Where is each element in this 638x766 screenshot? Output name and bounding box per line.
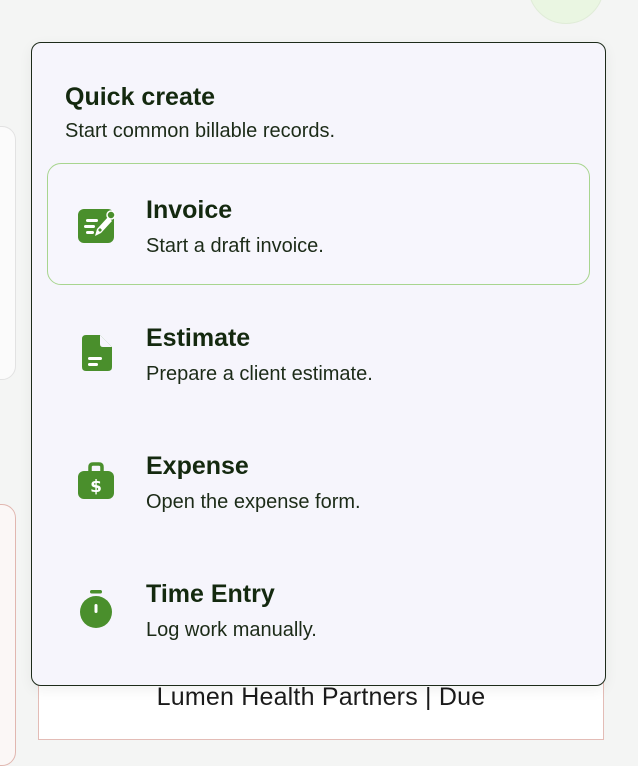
money-bag-icon: $ [76, 461, 116, 501]
stopwatch-icon [76, 589, 116, 629]
background-avatar-circle [528, 0, 604, 24]
popover-subtitle: Start common billable records. [65, 120, 336, 142]
svg-text:$: $ [90, 477, 102, 497]
quick-create-popover: Quick create Start common billable recor… [31, 42, 606, 686]
quick-create-item-expense[interactable]: $ Expense Open the expense form. [47, 419, 590, 541]
invoice-edit-icon [76, 205, 116, 245]
popover-header: Quick create Start common billable recor… [65, 83, 335, 143]
item-description: Log work manually. [146, 619, 317, 641]
item-title: Expense [146, 452, 249, 480]
quick-create-item-invoice[interactable]: Invoice Start a draft invoice. [47, 163, 590, 285]
background-card [0, 126, 16, 380]
background-card-overdue [0, 504, 16, 766]
popover-title: Quick create [65, 83, 216, 111]
item-description: Start a draft invoice. [146, 235, 324, 257]
quick-create-item-estimate[interactable]: Estimate Prepare a client estimate. [47, 291, 590, 413]
background-row-text: Lumen Health Partners | Due [156, 683, 486, 711]
item-description: Open the expense form. [146, 491, 361, 513]
item-title: Estimate [146, 324, 251, 352]
item-description: Prepare a client estimate. [146, 363, 373, 385]
item-title: Invoice [146, 196, 233, 224]
document-icon [76, 333, 116, 373]
item-title: Time Entry [146, 580, 275, 608]
quick-create-item-time-entry[interactable]: Time Entry Log work manually. [47, 547, 590, 669]
